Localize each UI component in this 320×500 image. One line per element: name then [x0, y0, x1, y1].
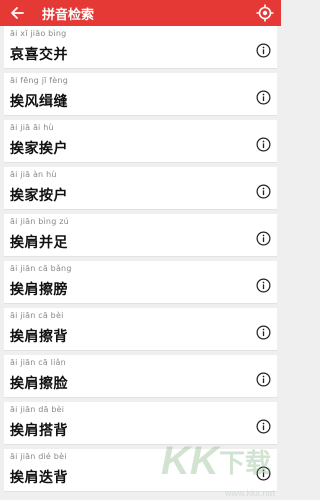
- list-item[interactable]: āi jiā àn hù 挨家按户: [4, 167, 277, 210]
- info-icon[interactable]: [256, 278, 271, 293]
- info-icon[interactable]: [256, 137, 271, 152]
- info-icon[interactable]: [256, 43, 271, 58]
- idiom-pinyin: āi jiān cā liǎn: [10, 358, 66, 367]
- info-icon[interactable]: [256, 325, 271, 340]
- info-icon[interactable]: [256, 372, 271, 387]
- idiom-pinyin: āi jiā àn hù: [10, 170, 57, 179]
- locate-button[interactable]: [255, 3, 275, 23]
- idiom-pinyin: āi jiān dā bèi: [10, 405, 65, 414]
- arrow-left-icon: [11, 7, 24, 19]
- list-item[interactable]: āi jiān cā liǎn 挨肩擦脸: [4, 355, 277, 398]
- idiom-text: 挨肩迭背: [10, 470, 68, 486]
- kk-logo-image: KK 下载: [161, 439, 271, 483]
- idiom-text: 挨肩擦脸: [10, 376, 68, 392]
- svg-text:KK: KK: [161, 439, 222, 483]
- idiom-text: 挨肩擦膀: [10, 282, 68, 298]
- list-item[interactable]: āi jiān cā bǎng 挨肩擦膀: [4, 261, 277, 304]
- idiom-pinyin: āi jiān cā bèi: [10, 311, 64, 320]
- list-item[interactable]: āi fēng jī fèng 挨风缉缝: [4, 73, 277, 116]
- idiom-text: 挨家挨户: [10, 141, 68, 157]
- app-header: 拼音检索: [0, 0, 281, 26]
- idiom-pinyin: āi jiā āi hù: [10, 123, 54, 132]
- watermark: KK 下载 www.kkx.net: [157, 426, 277, 498]
- idiom-pinyin: āi xǐ jiāo bìng: [10, 29, 67, 38]
- idiom-text: 挨家按户: [10, 188, 68, 204]
- idiom-pinyin: āi jiān cā bǎng: [10, 264, 72, 273]
- list-item[interactable]: āi jiān bìng zú 挨肩并足: [4, 214, 277, 257]
- idiom-pinyin: āi jiān bìng zú: [10, 217, 69, 226]
- watermark-url: www.kkx.net: [224, 488, 275, 498]
- idiom-text: 挨风缉缝: [10, 94, 68, 110]
- info-icon[interactable]: [256, 184, 271, 199]
- page-title: 拼音检索: [42, 7, 95, 23]
- idiom-text: 挨肩搭背: [10, 423, 68, 439]
- idiom-pinyin: āi fēng jī fèng: [10, 76, 68, 85]
- info-icon[interactable]: [256, 231, 271, 246]
- list-item[interactable]: āi xǐ jiāo bìng 哀喜交并: [4, 26, 277, 69]
- idiom-text: 哀喜交并: [10, 47, 68, 63]
- svg-text:下载: 下载: [219, 449, 271, 479]
- target-icon: [256, 4, 274, 22]
- back-button[interactable]: [4, 0, 30, 26]
- idiom-text: 挨肩并足: [10, 235, 68, 251]
- list-item[interactable]: āi jiā āi hù 挨家挨户: [4, 120, 277, 163]
- idiom-text: 挨肩擦背: [10, 329, 68, 345]
- idiom-pinyin: āi jiān dié bèi: [10, 452, 67, 461]
- list-item[interactable]: āi jiān cā bèi 挨肩擦背: [4, 308, 277, 351]
- info-icon[interactable]: [256, 90, 271, 105]
